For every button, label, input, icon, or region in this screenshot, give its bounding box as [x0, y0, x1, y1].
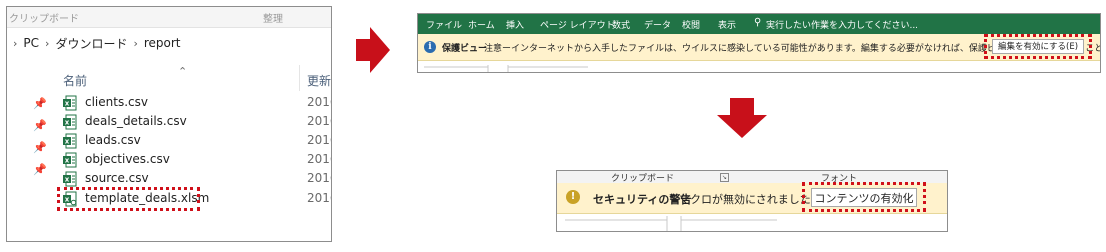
tab-file[interactable]: ファイル: [426, 18, 462, 31]
tell-me-input[interactable]: 実行したい作業を入力してください...: [766, 18, 918, 31]
lightbulb-icon: ⚲: [754, 17, 762, 28]
excel-protected-view-window: ファイル ホーム 挿入 ページ レイアウト 数式 データ 校閲 表示 ⚲ 実行し…: [417, 13, 1101, 73]
tab-page-layout[interactable]: ページ レイアウト: [540, 18, 615, 31]
tab-insert[interactable]: 挿入: [506, 18, 524, 31]
file-row-deals-details[interactable]: x deals_details.csv 2016/: [63, 113, 331, 131]
pin-icon: 📌: [33, 163, 47, 176]
column-header-name[interactable]: 名前: [63, 72, 87, 89]
file-date: 2016/: [307, 95, 331, 109]
breadcrumb-pc[interactable]: PC: [23, 36, 39, 50]
excel-ribbon-tabs: ファイル ホーム 挿入 ページ レイアウト 数式 データ 校閲 表示 ⚲ 実行し…: [418, 14, 1100, 34]
file-name: clients.csv: [85, 95, 148, 109]
chevron-right-icon: ›: [13, 36, 18, 50]
formula-bar-fragment: [565, 216, 777, 231]
svg-text:x: x: [65, 176, 70, 184]
column-header-modified[interactable]: 更新: [307, 72, 331, 89]
file-row-clients[interactable]: x clients.csv 2016/: [63, 94, 331, 112]
breadcrumb-report[interactable]: report: [144, 36, 181, 50]
arrow-right-icon: [356, 27, 390, 73]
file-date: 2016/: [307, 171, 331, 185]
excel-formula-area: [557, 214, 947, 231]
sort-ascending-icon: ⌃: [178, 65, 188, 78]
file-name: source.csv: [85, 171, 149, 185]
breadcrumb-downloads[interactable]: ダウンロード: [55, 35, 127, 52]
protected-view-title: 保護ビュー: [442, 44, 488, 54]
excel-formula-area: [418, 61, 1100, 72]
warning-icon: !: [566, 190, 580, 204]
highlight-box-template-file: [57, 187, 200, 211]
svg-text:x: x: [65, 100, 70, 108]
highlight-box-enable-content: [802, 182, 926, 212]
excel-file-icon: x: [63, 171, 77, 187]
file-list-header: ⌃ 名前 更新: [7, 65, 331, 91]
dialog-launcher-icon[interactable]: ↘: [720, 173, 729, 182]
tab-view[interactable]: 表示: [718, 18, 736, 31]
explorer-ribbon: クリップボード 整理: [7, 7, 331, 28]
file-explorer-window: クリップボード 整理 › PC › ダウンロード › report ⌃ 名前 更…: [6, 6, 332, 242]
svg-text:x: x: [65, 138, 70, 146]
address-bar[interactable]: › PC › ダウンロード › report: [13, 34, 331, 52]
column-divider[interactable]: [299, 65, 300, 91]
file-date: 2016/: [307, 114, 331, 128]
ribbon-group-organize: 整理: [263, 14, 283, 25]
pin-icon: 📌: [33, 97, 47, 110]
excel-file-icon: x: [63, 133, 77, 149]
tab-formulas[interactable]: 数式: [612, 18, 630, 31]
info-icon: i: [424, 41, 436, 53]
chevron-right-icon: ›: [45, 36, 50, 50]
file-name: deals_details.csv: [85, 114, 187, 128]
formula-bar-fragment: [424, 65, 588, 72]
security-warning-message: マクロが無効にされました。: [679, 193, 822, 206]
svg-text:x: x: [65, 119, 70, 127]
svg-text:x: x: [65, 157, 70, 165]
chevron-right-icon: ›: [133, 36, 138, 50]
excel-file-icon: x: [63, 114, 77, 130]
tab-home[interactable]: ホーム: [468, 18, 495, 31]
file-row-objectives[interactable]: x objectives.csv 2016/: [63, 151, 331, 169]
file-row-leads[interactable]: x leads.csv 2016/: [63, 132, 331, 150]
pin-icon: 📌: [33, 141, 47, 154]
file-date: 2016/: [307, 191, 331, 205]
file-name: leads.csv: [85, 133, 141, 147]
excel-file-icon: x: [63, 152, 77, 168]
file-row-source[interactable]: x source.csv 2016/: [63, 170, 331, 188]
tab-review[interactable]: 校閲: [682, 18, 700, 31]
highlight-box-enable-editing: [984, 34, 1092, 59]
arrow-down-icon: [717, 98, 767, 138]
file-date: 2016/: [307, 133, 331, 147]
excel-file-icon: x: [63, 95, 77, 111]
file-name: objectives.csv: [85, 152, 170, 166]
tab-data[interactable]: データ: [644, 18, 671, 31]
file-date: 2016/: [307, 152, 331, 166]
ribbon-group-clipboard: クリップボード: [9, 14, 79, 25]
pin-icon: 📌: [33, 119, 47, 132]
security-warning-title: セキュリティの警告: [593, 193, 692, 206]
excel-security-warning-window: クリップボード ↘ フォント ! セキュリティの警告 マクロが無効にされました。…: [556, 170, 948, 232]
